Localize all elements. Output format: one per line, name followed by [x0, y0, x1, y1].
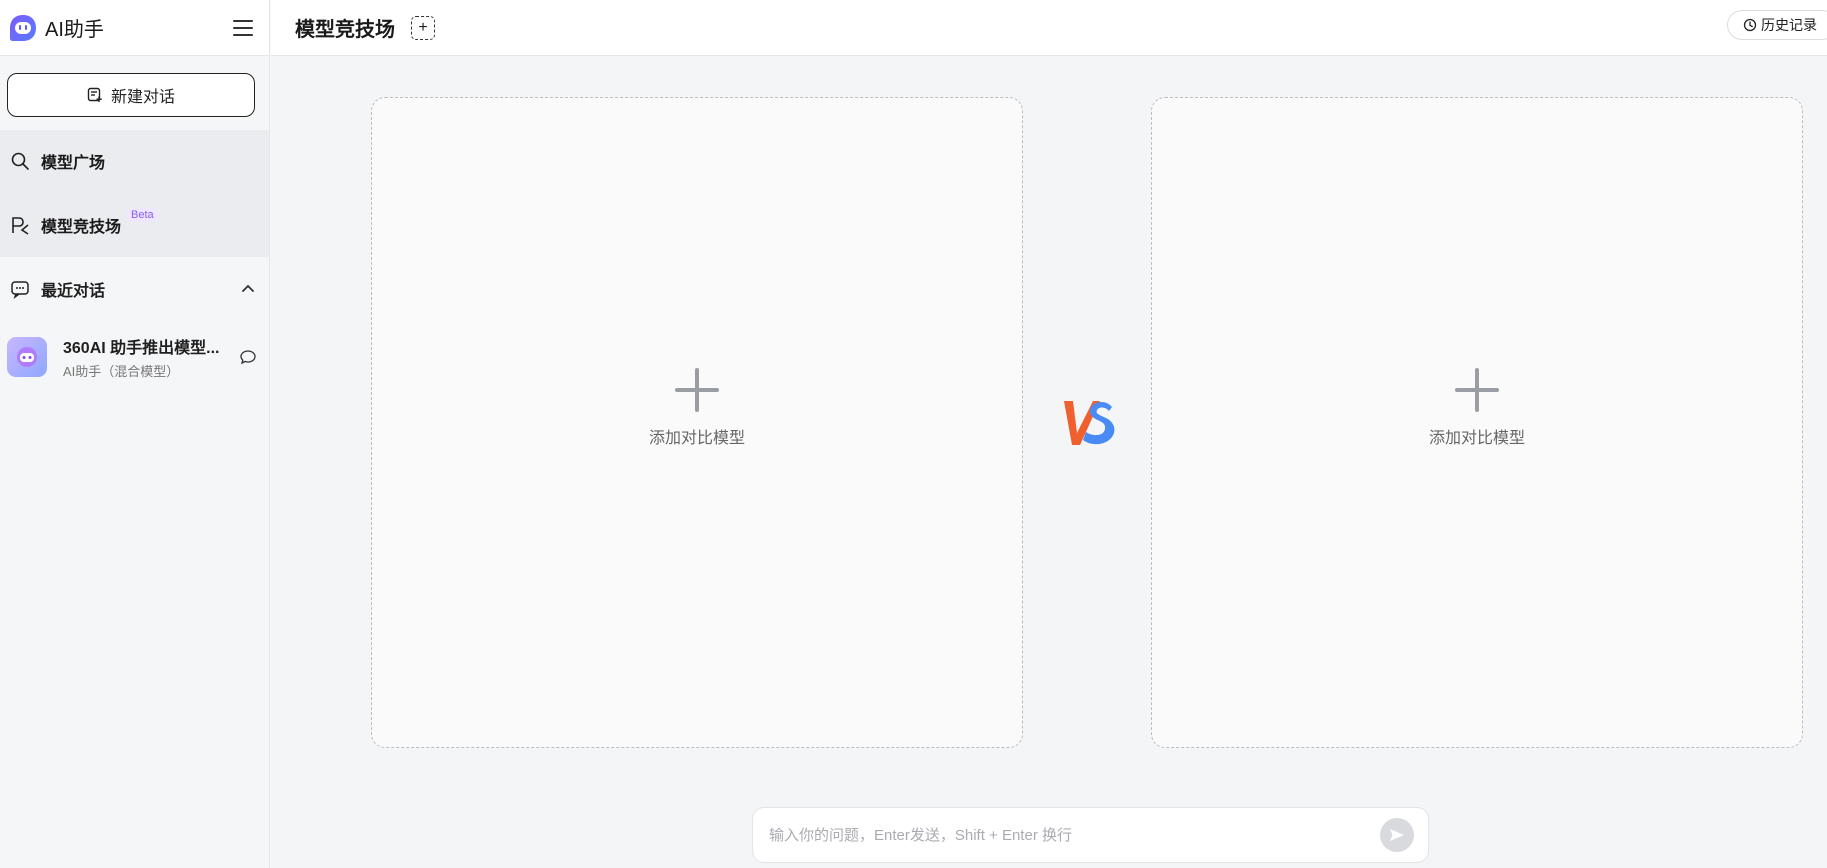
logo-icon [10, 14, 36, 41]
conversation-subtitle: AI助手（混合模型） [63, 364, 180, 379]
new-chat-icon [87, 87, 102, 102]
conversation-title: 360AI 助手推出模型... [63, 340, 220, 357]
chevron-up-icon[interactable] [241, 282, 255, 296]
conversation-item[interactable]: 360AI 助手推出模型... AI助手（混合模型） [0, 330, 269, 384]
send-button[interactable] [1380, 818, 1414, 852]
add-model-slot-right[interactable]: 添加对比模型 [1151, 97, 1803, 748]
plus-icon [675, 367, 719, 412]
comment-icon[interactable] [239, 348, 257, 366]
hamburger-icon [233, 19, 253, 22]
recent-conversations-header: 最近对话 [0, 267, 269, 311]
robot-icon [17, 347, 37, 367]
clock-icon [1743, 18, 1757, 32]
assistant-avatar [7, 337, 47, 377]
new-chat-button[interactable]: 新建对话 [7, 73, 255, 117]
vs-icon [1064, 401, 1115, 445]
history-label: 历史记录 [1761, 17, 1817, 33]
beta-badge: Beta [126, 208, 159, 222]
add-model-label: 添加对比模型 [648, 429, 745, 447]
new-chat-label: 新建对话 [110, 89, 175, 106]
sidebar-item-model-arena[interactable]: 模型竞技场 Beta [0, 203, 269, 247]
plus-icon [1455, 367, 1499, 412]
send-icon [1390, 829, 1404, 841]
plus-icon: + [418, 18, 428, 36]
sidebar: AI助手 新建对话 模型广场 模型竞技场 Beta 最近对话 360AI 助手推… [0, 0, 270, 868]
sidebar-item-label: 模型广场 [41, 155, 106, 172]
add-model-slot-left[interactable]: 添加对比模型 [371, 97, 1023, 748]
brand-name: AI助手 [45, 19, 104, 41]
menu-toggle-button[interactable] [233, 16, 257, 40]
message-input[interactable] [769, 826, 1380, 844]
sidebar-item-model-plaza[interactable]: 模型广场 [0, 139, 269, 183]
page-title: 模型竞技场 [295, 19, 395, 41]
nav-group: 模型广场 模型竞技场 Beta [0, 130, 269, 257]
topbar: 模型竞技场 + [271, 0, 1827, 56]
add-model-label: 添加对比模型 [1428, 429, 1525, 447]
brand-bar: AI助手 [0, 0, 269, 56]
chat-bubble-icon [11, 281, 29, 299]
search-icon [11, 152, 29, 170]
recent-label: 最近对话 [41, 283, 106, 300]
message-composer [752, 807, 1429, 863]
history-button[interactable]: 历史记录 [1727, 10, 1827, 40]
add-tab-button[interactable]: + [411, 15, 435, 40]
arena-icon [12, 217, 29, 235]
sidebar-item-label: 模型竞技场 [41, 219, 122, 236]
